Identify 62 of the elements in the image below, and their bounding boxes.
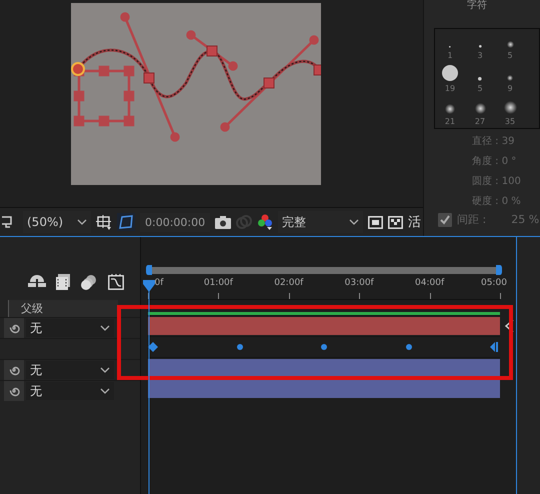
- property-text: 硬度 : 0 %: [472, 195, 521, 209]
- parent-dropdown[interactable]: 无: [26, 319, 114, 337]
- toolbar-label: 活: [408, 214, 422, 232]
- keyframe-icon[interactable]: [406, 344, 412, 350]
- caret-icon: [100, 367, 110, 373]
- brush-size: 9: [507, 84, 513, 93]
- caret-icon: [100, 388, 110, 394]
- mask-icon[interactable]: [117, 213, 135, 232]
- color-channels-icon[interactable]: [257, 214, 274, 230]
- work-start-handle-icon[interactable]: [146, 265, 152, 275]
- brush-tip-icon[interactable]: [441, 64, 459, 82]
- time-label: 05:00: [480, 278, 507, 288]
- time-label: 01:00f: [204, 278, 233, 288]
- brush-size: 27: [474, 117, 486, 126]
- spheres-icon[interactable]: [80, 274, 98, 290]
- brush-tip-icon[interactable]: [506, 74, 514, 82]
- parent-dropdown[interactable]: 无: [26, 382, 114, 400]
- brush-tip-icon[interactable]: [502, 100, 518, 115]
- spiral-icon[interactable]: [4, 318, 24, 338]
- time-label: 04:00f: [415, 278, 444, 288]
- brush-tip-icon[interactable]: [474, 102, 486, 115]
- parent-dropdown[interactable]: 无: [26, 361, 114, 379]
- spacing-label: 间距 :: [457, 212, 486, 227]
- checkbox[interactable]: [438, 212, 452, 226]
- brush-tip-icon[interactable]: [444, 103, 456, 115]
- spiral-icon[interactable]: [4, 381, 24, 401]
- layer-end-icon[interactable]: [504, 319, 514, 333]
- column-header: 父级: [8, 300, 118, 317]
- brush-size: 3: [477, 51, 483, 60]
- brush-size: 19: [444, 84, 456, 93]
- spacing-value: 25 %: [511, 213, 540, 226]
- graph-editor-icon[interactable]: [108, 274, 124, 290]
- work-end-handle-icon[interactable]: [496, 265, 502, 275]
- caret-icon: [77, 219, 87, 226]
- checkerboard-icon[interactable]: [388, 216, 404, 229]
- region-icon[interactable]: [368, 216, 384, 229]
- keyframe-icon[interactable]: [321, 344, 327, 350]
- playhead[interactable]: [143, 280, 155, 494]
- brush-tip-icon[interactable]: [506, 40, 514, 49]
- brush-size: 21: [444, 117, 456, 126]
- grid-icon[interactable]: [96, 214, 112, 230]
- monitor-icon[interactable]: [2, 216, 12, 228]
- time-label: 0f: [154, 278, 164, 288]
- brush-tip-icon[interactable]: [477, 76, 483, 82]
- brush-tip-icon[interactable]: [478, 44, 482, 49]
- keyframe-icon[interactable]: [236, 344, 242, 350]
- brush-size: 5: [507, 51, 513, 60]
- property-text: 圆度 : 100: [472, 175, 521, 189]
- caret-icon: [349, 219, 360, 226]
- time-label: 03:00f: [344, 278, 374, 288]
- property-text: 角度 : 0 °: [472, 155, 516, 169]
- brush-size: 5: [477, 84, 483, 93]
- spiral-icon[interactable]: [4, 360, 24, 380]
- brush-size: 35: [504, 117, 516, 126]
- film-icon[interactable]: [56, 274, 70, 290]
- keyframe-icon[interactable]: [148, 342, 158, 352]
- camera-icon[interactable]: [215, 216, 232, 229]
- property-text: 直径 : 39: [472, 135, 514, 149]
- time-label: 02:00f: [274, 278, 304, 288]
- keyframe-icon[interactable]: [490, 342, 500, 352]
- caret-icon: [100, 325, 110, 331]
- brush-size: 1: [447, 51, 453, 60]
